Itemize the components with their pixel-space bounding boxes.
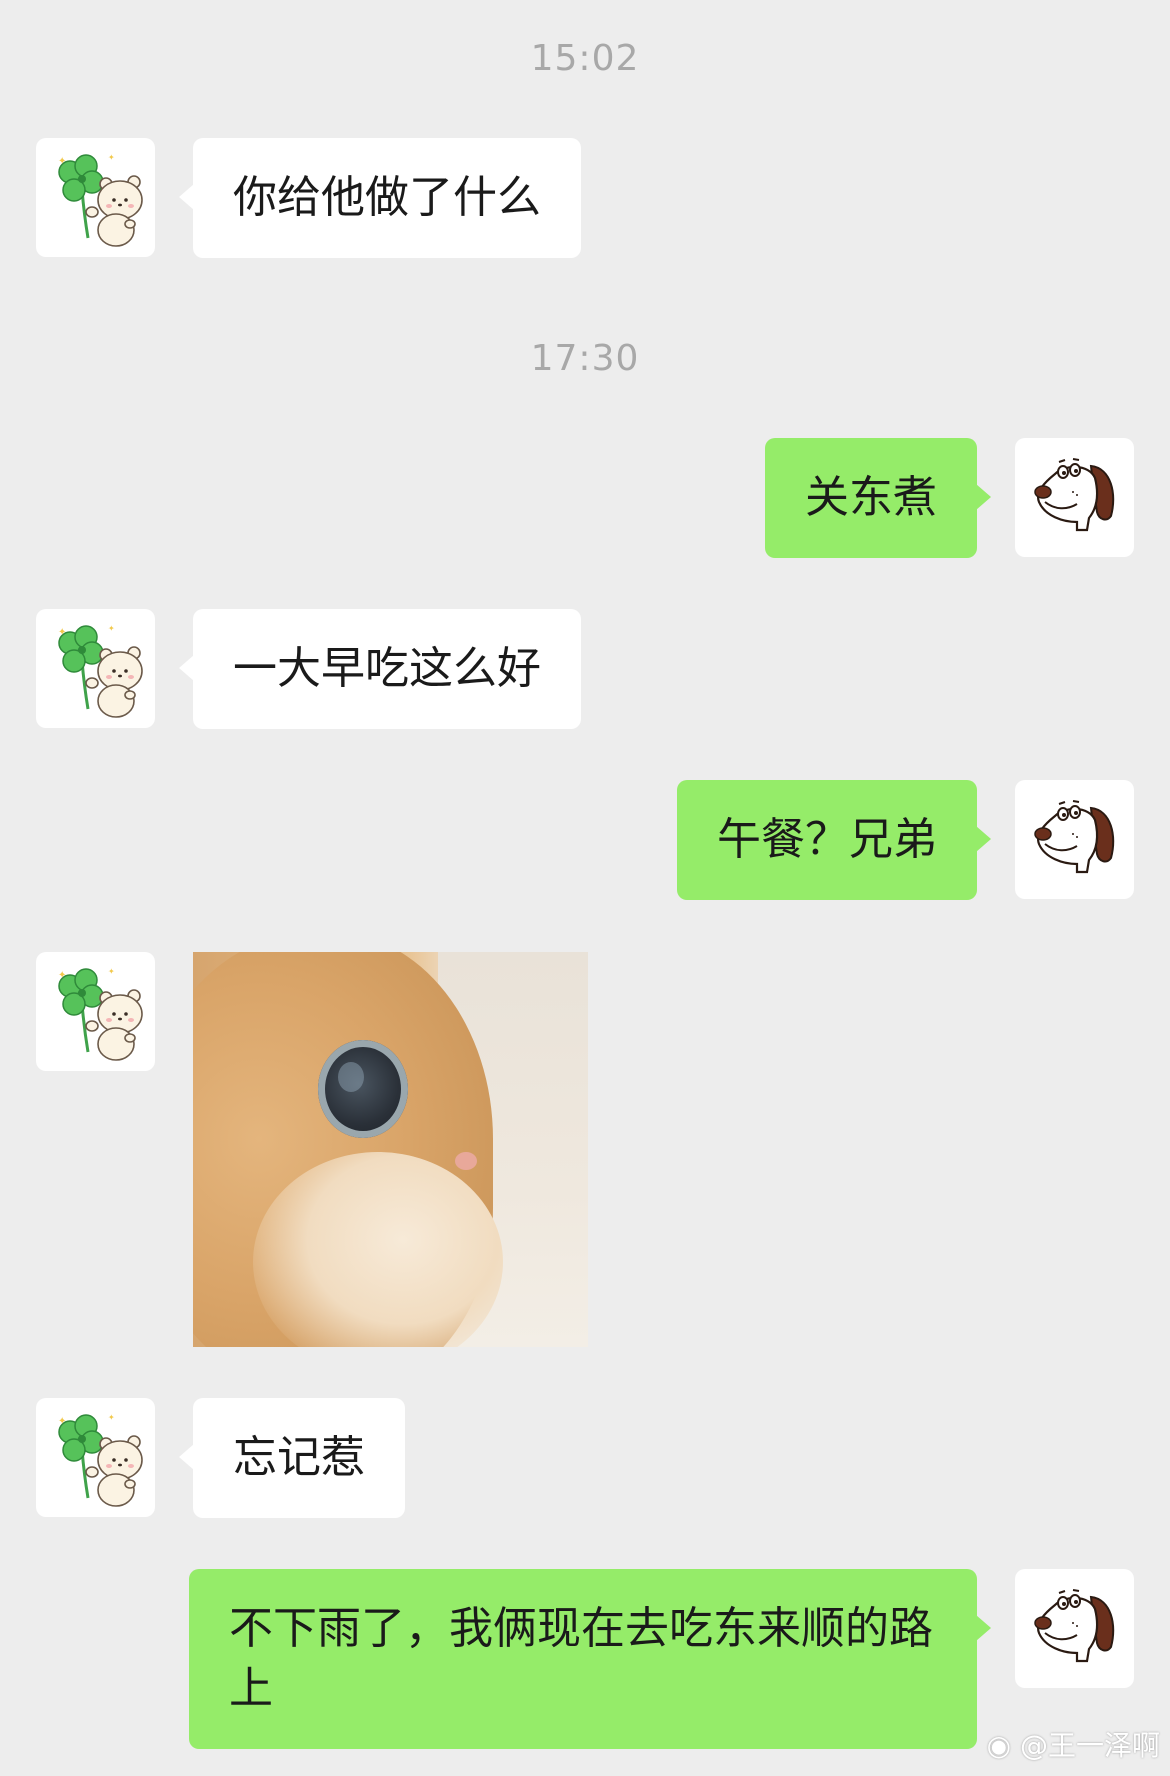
weibo-icon: ◉ [986,1729,1012,1762]
watermark: ◉ @王一泽啊 [987,1724,1160,1764]
friend-avatar[interactable] [36,1398,155,1517]
message-text: 不下雨了，我俩现在去吃东来顺的路上 [229,1603,933,1714]
timestamp: 17:30 [530,338,640,379]
message-text: 忘记惹 [233,1432,365,1483]
message-text: 一大早吃这么好 [233,643,541,694]
message-bubble-outgoing[interactable]: 午餐？兄弟 [677,780,991,900]
clover-bear-avatar-icon [36,138,155,257]
message-bubble-incoming[interactable]: 你给他做了什么 [179,138,581,258]
cat-eye [318,1040,408,1138]
cartoon-dog-avatar-icon [1015,780,1134,899]
message-bubble-outgoing[interactable]: 不下雨了，我俩现在去吃东来顺的路上 [189,1569,991,1749]
friend-avatar[interactable] [36,609,155,728]
message-bubble-incoming[interactable]: 一大早吃这么好 [179,609,581,729]
message-text: 关东煮 [805,472,937,523]
message-text: 你给他做了什么 [233,172,541,223]
cat-nose [455,1152,477,1170]
clover-bear-avatar-icon [36,609,155,728]
timestamp: 15:02 [530,38,640,79]
message-bubble-incoming[interactable]: 忘记惹 [179,1398,405,1518]
my-avatar[interactable] [1015,780,1134,899]
my-avatar[interactable] [1015,1569,1134,1688]
friend-avatar[interactable] [36,952,155,1071]
clover-bear-avatar-icon [36,1398,155,1517]
watermark-text: @王一泽啊 [1019,1729,1160,1762]
cartoon-dog-avatar-icon [1015,1569,1134,1688]
my-avatar[interactable] [1015,438,1134,557]
cartoon-dog-avatar-icon [1015,438,1134,557]
friend-avatar[interactable] [36,138,155,257]
image-message-cat-photo[interactable] [193,952,588,1347]
clover-bear-avatar-icon [36,952,155,1071]
message-text: 午餐？兄弟 [717,814,937,865]
message-bubble-outgoing[interactable]: 关东煮 [765,438,991,558]
